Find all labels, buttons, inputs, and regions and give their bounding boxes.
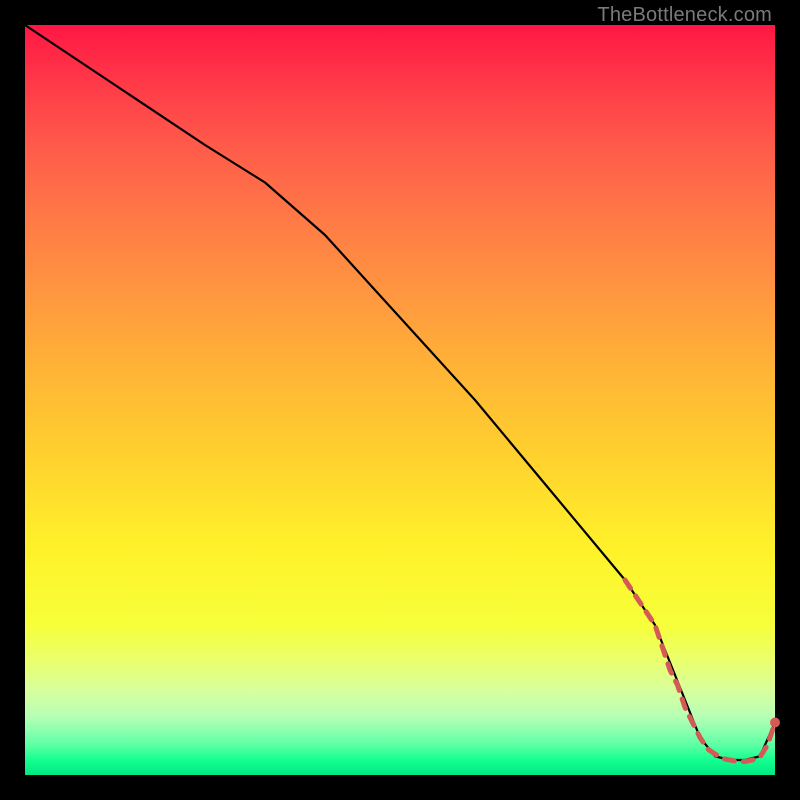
end-point-marker (770, 718, 780, 728)
red-dashed-bottom (625, 580, 775, 762)
plot-area (25, 25, 775, 775)
chart-stage: TheBottleneck.com (0, 0, 800, 800)
watermark-text: TheBottleneck.com (597, 4, 772, 27)
chart-overlay (25, 25, 775, 775)
